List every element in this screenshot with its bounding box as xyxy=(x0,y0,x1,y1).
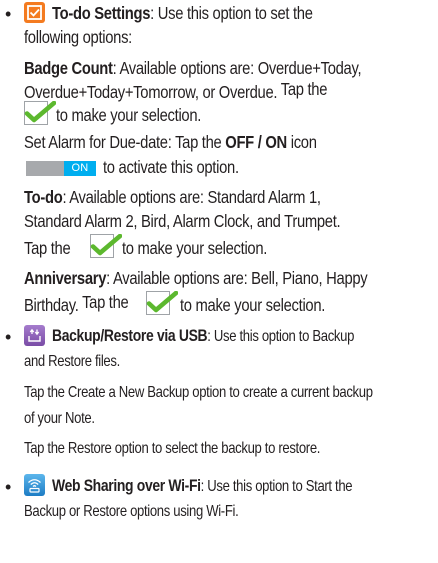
web-sharing-line-1: Web Sharing over Wi-Fi: Use this option … xyxy=(52,476,353,496)
backup-line-1: Backup/Restore via USB: Use this option … xyxy=(52,326,354,346)
toggle-on-label: ON xyxy=(64,161,96,176)
todo-alarm-line-3a: Tap the xyxy=(24,238,71,258)
checkmark-icon xyxy=(90,234,122,258)
anniversary-text: : Available options are: Bell, Piano, Ha… xyxy=(106,268,368,288)
web-sharing-title: Web Sharing over Wi-Fi xyxy=(52,476,201,495)
badge-count-text: : Available options are: Overdue+Today, xyxy=(112,58,362,78)
badge-count-line-2: Overdue+Today+Tomorrow, or Overdue. Tap … xyxy=(24,79,328,103)
badge-count-line-1: Badge Count: Available options are: Over… xyxy=(24,58,362,79)
bullet: • xyxy=(5,477,12,497)
alarm-line-1: Set Alarm for Due-date: Tap the OFF / ON… xyxy=(24,132,317,153)
icon-text: icon xyxy=(286,132,317,152)
todo-settings-title: To-do Settings xyxy=(52,3,151,23)
off-on-label: OFF / ON xyxy=(225,132,287,152)
tap-the-text: Tap the xyxy=(277,79,328,99)
web-sharing-line-2: Backup or Restore options using Wi-Fi. xyxy=(24,503,239,520)
backup-line-4: of your Note. xyxy=(24,410,95,427)
badge-count-line-3: to make your selection. xyxy=(56,105,202,125)
anniversary-line-2a: Birthday. Tap the xyxy=(24,292,129,316)
anniversary-label: Anniversary xyxy=(24,268,107,288)
todo-heading-line: To-do Settings: Use this option to set t… xyxy=(52,3,313,24)
birthday-text: Birthday. xyxy=(24,295,79,315)
anniversary-line-1: Anniversary: Available options are: Bell… xyxy=(24,268,368,289)
backup-text: : Use this option to Backup xyxy=(207,328,355,345)
alarm-line-2: to activate this option. xyxy=(103,157,239,177)
todo-alarm-text: : Available options are: Standard Alarm … xyxy=(62,187,321,207)
todo-alarm-line-1: To-do: Available options are: Standard A… xyxy=(24,187,321,208)
toggle-icon: ON xyxy=(26,161,96,176)
backup-line-3: Tap the Create a New Backup option to cr… xyxy=(24,384,373,401)
tap-the-text: Tap the xyxy=(78,292,129,312)
todo-label: To-do xyxy=(24,187,63,207)
alarm-text: Set Alarm for Due-date: Tap the xyxy=(24,132,226,152)
web-sharing-text: : Use this option to Start the xyxy=(200,478,353,495)
todo-alarm-line-3b: to make your selection. xyxy=(122,238,268,258)
backup-line-5: Tap the Restore option to select the bac… xyxy=(24,440,321,457)
web-sharing-wifi-icon xyxy=(24,474,45,496)
bullet: • xyxy=(5,327,12,347)
backup-line-2: and Restore files. xyxy=(24,353,120,370)
toggle-off-track xyxy=(26,161,64,176)
checkmark-icon xyxy=(146,291,178,315)
checkmark-icon xyxy=(24,101,56,125)
todo-intro-line-2: following options: xyxy=(24,27,132,47)
manual-page: • To-do Settings: Use this option to set… xyxy=(0,0,438,563)
backup-restore-title: Backup/Restore via USB xyxy=(52,326,208,345)
todo-alarm-line-2: Standard Alarm 2, Bird, Alarm Clock, and… xyxy=(24,211,341,231)
todo-intro-text: : Use this option to set the xyxy=(150,3,313,23)
badge-count-label: Badge Count xyxy=(24,58,113,78)
bullet: • xyxy=(5,4,12,24)
anniversary-line-2b: to make your selection. xyxy=(180,295,326,315)
todo-settings-icon xyxy=(24,2,45,23)
backup-usb-icon xyxy=(24,325,45,346)
badge-count-options: Overdue+Today+Tomorrow, or Overdue. xyxy=(24,82,278,102)
